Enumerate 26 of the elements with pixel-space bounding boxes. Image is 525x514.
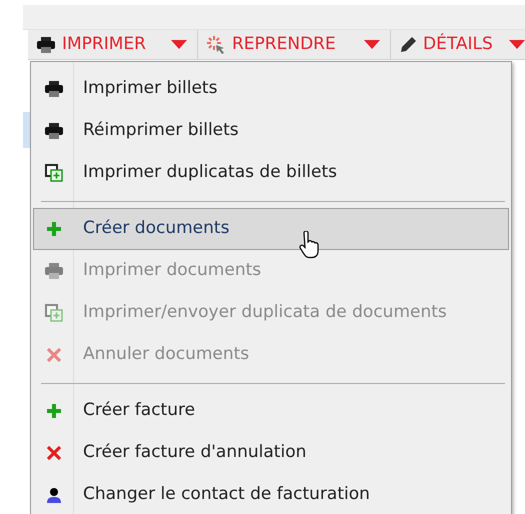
menu-item[interactable]: Changer le contact de facturation [33, 474, 509, 514]
close-icon [46, 347, 62, 363]
sparkle-cursor-icon [206, 34, 226, 54]
printer-icon [44, 262, 64, 280]
caret-down-icon [171, 40, 187, 50]
pencil-icon [399, 36, 417, 54]
menu-item[interactable]: Créer facture [33, 390, 509, 432]
duplicate-icon [45, 164, 63, 182]
menu-item[interactable]: Créer facture d'annulation [33, 432, 509, 474]
caret-down-icon [509, 40, 525, 50]
person-icon [45, 486, 63, 504]
menu-item[interactable]: Réimprimer billets [33, 110, 509, 152]
plus-icon [46, 221, 62, 237]
toolbar-button[interactable]: REPRENDRE [198, 30, 391, 59]
close-icon [46, 445, 62, 461]
menu-item[interactable]: Imprimer duplicatas de billets [33, 152, 509, 194]
caret-down-icon [364, 40, 380, 50]
toolbar-button[interactable]: IMPRIMER [28, 30, 198, 59]
plus-icon [46, 403, 62, 419]
duplicate-icon [45, 304, 63, 322]
printer-icon [44, 122, 64, 140]
menu-item[interactable]: Imprimer billets [33, 68, 509, 110]
menu-item[interactable]: Créer documents [33, 208, 509, 250]
printer-icon [36, 36, 56, 54]
printer-icon [44, 80, 64, 98]
toolbar-button[interactable]: DÉTAILS [391, 30, 525, 59]
